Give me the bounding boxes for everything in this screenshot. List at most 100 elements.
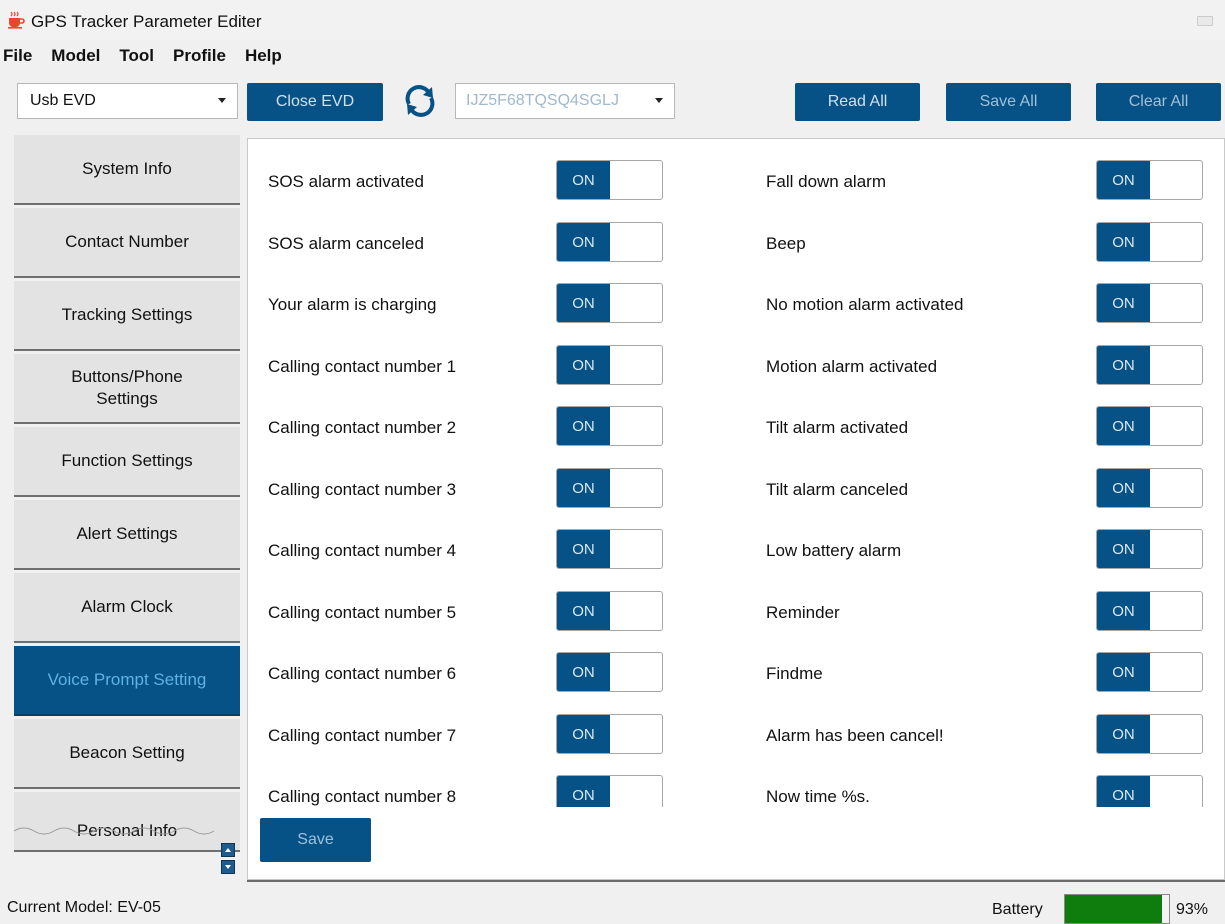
sidebar-item-buttons-phone-settings[interactable]: Buttons/Phone Settings <box>14 354 240 424</box>
toggle-on-label: ON <box>1097 592 1150 630</box>
prompt-toggle[interactable]: ON <box>1096 775 1203 807</box>
prompt-label: Calling contact number 1 <box>268 357 457 376</box>
prompt-list[interactable]: SOS alarm activated ON SOS alarm canceled O… <box>248 139 1224 807</box>
prompt-toggle[interactable]: ON <box>1096 406 1203 446</box>
prompt-label: Reminder <box>766 603 840 622</box>
sidebar-item-contact-number[interactable]: Contact Number <box>14 208 240 278</box>
close-evd-button[interactable]: Close EVD <box>247 83 383 121</box>
toggle-on-label: ON <box>557 223 610 261</box>
device-select-value: IJZ5F68TQSQ4SGLJ <box>466 92 619 109</box>
divider <box>247 880 1225 882</box>
sidebar-item-personal-info[interactable]: Personal Info <box>14 792 240 852</box>
battery-fill <box>1065 895 1162 923</box>
prompt-toggle[interactable]: ON <box>556 222 663 262</box>
prompt-label: Calling contact number 2 <box>268 418 457 437</box>
toggle-on-label: ON <box>1097 223 1150 261</box>
prompt-toggle[interactable]: ON <box>1096 468 1203 508</box>
toggle-on-label: ON <box>557 346 610 384</box>
prompt-toggle[interactable]: ON <box>1096 591 1203 631</box>
sidebar-item-beacon-setting[interactable]: Beacon Setting <box>14 719 240 789</box>
battery-bar <box>1064 894 1170 924</box>
toggle-on-label: ON <box>557 284 610 322</box>
battery-percent: 93% <box>1176 901 1209 918</box>
voice-prompt-panel: SOS alarm activated ON SOS alarm canceled O… <box>247 138 1225 880</box>
prompt-label: Calling contact number 4 <box>268 541 457 560</box>
scroll-down-button[interactable] <box>221 860 235 874</box>
prompt-toggle[interactable]: ON <box>556 406 663 446</box>
prompt-toggle[interactable]: ON <box>1096 714 1203 754</box>
sidebar-item-tracking-settings[interactable]: Tracking Settings <box>14 281 240 351</box>
prompt-label: No motion alarm activated <box>766 295 964 314</box>
sidebar: System Info Contact Number Tracking Sett… <box>14 135 242 880</box>
prompt-toggle[interactable]: ON <box>556 345 663 385</box>
menu-file[interactable]: File <box>3 46 32 66</box>
prompt-label: SOS alarm activated <box>268 172 424 191</box>
prompt-label: Findme <box>766 664 823 683</box>
prompt-toggle[interactable]: ON <box>1096 160 1203 200</box>
prompt-toggle[interactable]: ON <box>556 714 663 754</box>
toggle-on-label: ON <box>1097 161 1150 199</box>
battery-label: Battery <box>992 901 1043 918</box>
chevron-down-icon <box>655 98 663 103</box>
toggle-on-label: ON <box>1097 715 1150 753</box>
toggle-on-label: ON <box>1097 653 1150 691</box>
prompt-label: Calling contact number 3 <box>268 480 457 499</box>
current-model-text: Current Model: EV-05 <box>7 899 161 916</box>
prompt-toggle[interactable]: ON <box>556 468 663 508</box>
status-bar: Current Model: EV-05 Battery 93% <box>0 886 1225 924</box>
prompt-toggle[interactable]: ON <box>556 160 663 200</box>
toggle-on-label: ON <box>557 653 610 691</box>
prompt-label: Fall down alarm <box>766 172 886 191</box>
prompt-label: Motion alarm activated <box>766 357 938 376</box>
prompt-toggle[interactable]: ON <box>1096 222 1203 262</box>
toggle-on-label: ON <box>557 407 610 445</box>
connection-select[interactable]: Usb EVD <box>17 83 238 119</box>
title-bar: GPS Tracker Parameter Editer <box>0 0 1225 40</box>
sidebar-item-voice-prompt-setting[interactable]: Voice Prompt Setting <box>14 646 240 716</box>
sidebar-item-alarm-clock[interactable]: Alarm Clock <box>14 573 240 643</box>
clear-all-button[interactable]: Clear All <box>1096 83 1221 121</box>
prompt-toggle[interactable]: ON <box>1096 529 1203 569</box>
prompt-label: SOS alarm canceled <box>268 234 424 253</box>
prompt-toggle[interactable]: ON <box>556 529 663 569</box>
menu-help[interactable]: Help <box>245 46 282 66</box>
toggle-on-label: ON <box>1097 284 1150 322</box>
prompt-toggle[interactable]: ON <box>1096 283 1203 323</box>
prompt-label: Your alarm is charging <box>268 295 437 314</box>
prompt-label: Calling contact number 5 <box>268 603 457 622</box>
minimize-button[interactable] <box>1197 16 1213 26</box>
menu-model[interactable]: Model <box>51 46 100 66</box>
prompt-label: Calling contact number 7 <box>268 726 457 745</box>
prompt-toggle[interactable]: ON <box>556 283 663 323</box>
toggle-on-label: ON <box>1097 469 1150 507</box>
prompt-label: Alarm has been cancel! <box>766 726 944 745</box>
toggle-on-label: ON <box>1097 530 1150 568</box>
prompt-toggle[interactable]: ON <box>556 652 663 692</box>
device-select[interactable]: IJZ5F68TQSQ4SGLJ <box>455 83 675 119</box>
chevron-down-icon <box>218 98 226 103</box>
read-all-button[interactable]: Read All <box>795 83 920 121</box>
menu-tool[interactable]: Tool <box>119 46 154 66</box>
prompt-label: Tilt alarm canceled <box>766 480 909 499</box>
toggle-on-label: ON <box>557 530 610 568</box>
sidebar-item-function-settings[interactable]: Function Settings <box>14 427 240 497</box>
sidebar-item-alert-settings[interactable]: Alert Settings <box>14 500 240 570</box>
refresh-icon[interactable] <box>402 83 438 119</box>
prompt-toggle[interactable]: ON <box>556 591 663 631</box>
save-all-button[interactable]: Save All <box>946 83 1071 121</box>
toolbar: Usb EVD Close EVD IJZ5F68TQSQ4SGLJ Read … <box>0 74 1225 130</box>
prompt-label: Beep <box>766 234 806 253</box>
prompt-toggle[interactable]: ON <box>556 775 663 807</box>
prompt-toggle[interactable]: ON <box>1096 652 1203 692</box>
window-title: GPS Tracker Parameter Editer <box>31 12 262 31</box>
menu-profile[interactable]: Profile <box>173 46 226 66</box>
save-button[interactable]: Save <box>260 818 371 862</box>
toggle-on-label: ON <box>1097 407 1150 445</box>
toggle-on-label: ON <box>557 161 610 199</box>
prompt-label: Tilt alarm activated <box>766 418 909 437</box>
sidebar-item-system-info[interactable]: System Info <box>14 135 240 205</box>
prompt-label: Calling contact number 6 <box>268 664 457 683</box>
prompt-toggle[interactable]: ON <box>1096 345 1203 385</box>
prompt-label: Low battery alarm <box>766 541 902 560</box>
scroll-up-button[interactable] <box>221 843 235 857</box>
